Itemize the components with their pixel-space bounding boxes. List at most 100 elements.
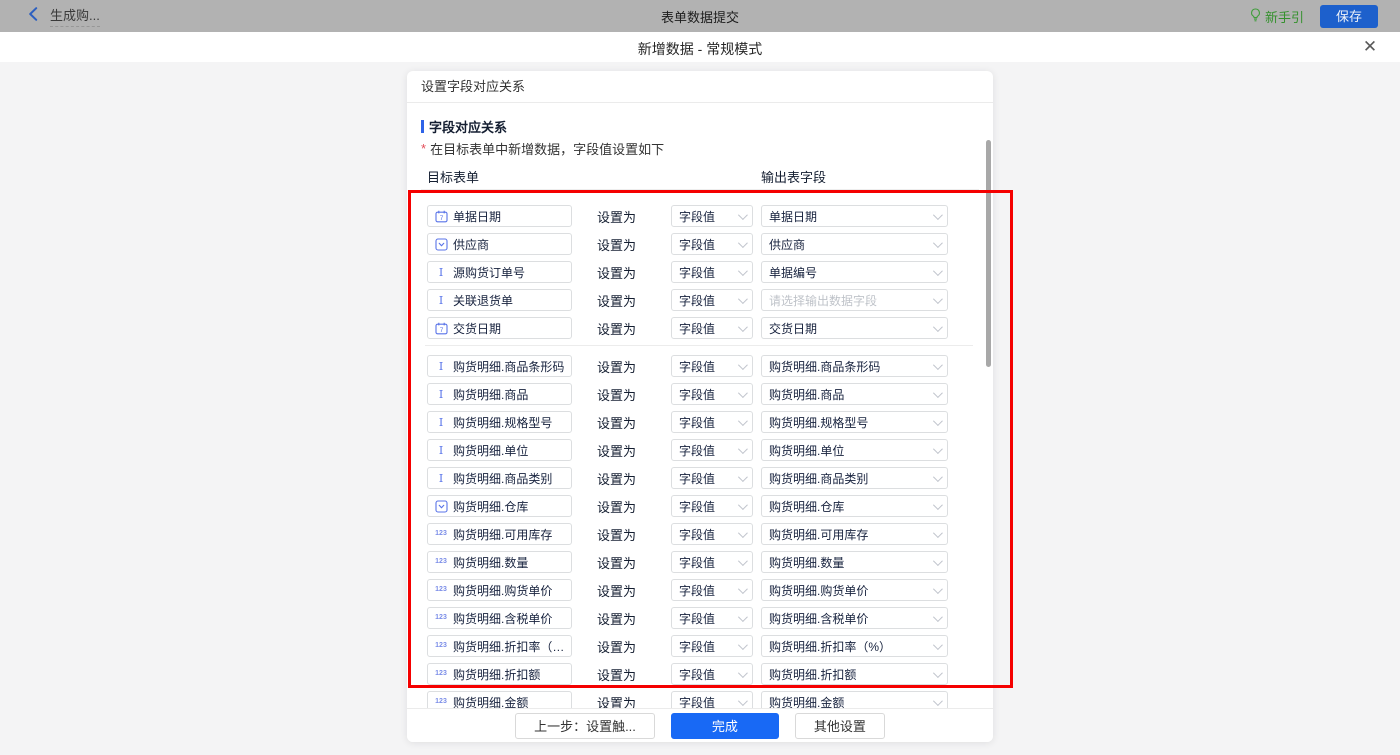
value-type-select[interactable]: 字段值	[671, 233, 753, 255]
output-field-select[interactable]: 购货明细.规格型号	[761, 411, 948, 433]
value-type-select[interactable]: 字段值	[671, 467, 753, 489]
target-field-input[interactable]: 123购货明细.可用库存	[427, 523, 572, 545]
field-mapping-row: I购货明细.规格型号设置为字段值购货明细.规格型号	[407, 411, 993, 433]
target-field-input[interactable]: I购货明细.商品类别	[427, 467, 572, 489]
target-field-input[interactable]: I购货明细.单位	[427, 439, 572, 461]
target-field-input[interactable]: 123购货明细.购货单价	[427, 579, 572, 601]
save-button[interactable]: 保存	[1320, 5, 1378, 28]
target-field-input[interactable]: 123购货明细.折扣率（%）	[427, 635, 572, 657]
selected-value: 字段值	[679, 358, 734, 375]
chevron-down-icon	[738, 210, 748, 220]
selected-value: 请选择输出数据字段	[769, 292, 929, 309]
field-mapping-row: I购货明细.商品类别 设置为字段值购货明细.商品类别	[407, 467, 993, 489]
set-as-label: 设置为	[597, 291, 652, 310]
output-field-select[interactable]: 请选择输出数据字段	[761, 289, 948, 311]
text-field-icon: I	[434, 417, 448, 428]
output-field-select[interactable]: 交货日期	[761, 317, 948, 339]
set-as-label: 设置为	[597, 609, 652, 628]
value-type-select[interactable]: 字段值	[671, 205, 753, 227]
value-type-select[interactable]: 字段值	[671, 551, 753, 573]
target-field-input[interactable]: 供应商	[427, 233, 572, 255]
chevron-down-icon	[933, 556, 943, 566]
selected-value: 字段值	[679, 292, 734, 309]
output-field-select[interactable]: 单据编号	[761, 261, 948, 283]
value-type-select[interactable]: 字段值	[671, 635, 753, 657]
value-type-select[interactable]: 字段值	[671, 317, 753, 339]
value-type-select[interactable]: 字段值	[671, 663, 753, 685]
required-asterisk: *	[421, 141, 426, 156]
previous-step-button[interactable]: 上一步：设置触...	[515, 713, 655, 739]
field-mapping-row: 123购货明细.可用库存设置为字段值购货明细.可用库存	[407, 523, 993, 545]
other-settings-button[interactable]: 其他设置	[795, 713, 885, 739]
chevron-down-icon	[738, 472, 748, 482]
target-field-input[interactable]: I关联退货单	[427, 289, 572, 311]
target-field-input[interactable]: I源购货订单号	[427, 261, 572, 283]
output-field-select[interactable]: 供应商	[761, 233, 948, 255]
value-type-select[interactable]: 字段值	[671, 261, 753, 283]
output-field-select[interactable]: 购货明细.购货单价	[761, 579, 948, 601]
selected-value: 购货明细.商品	[769, 386, 929, 403]
target-field-input[interactable]: 123购货明细.含税单价	[427, 607, 572, 629]
chevron-down-icon	[738, 668, 748, 678]
output-field-select[interactable]: 购货明细.单位	[761, 439, 948, 461]
set-as-label: 设置为	[597, 357, 652, 376]
number-field-icon: 123	[434, 698, 448, 706]
field-mapping-row: 购货明细.仓库设置为字段值购货明细.仓库	[407, 495, 993, 517]
selected-value: 购货明细.购货单价	[769, 582, 929, 599]
output-field-select[interactable]: 购货明细.折扣额	[761, 663, 948, 685]
value-type-select[interactable]: 字段值	[671, 439, 753, 461]
scrollbar-thumb[interactable]	[986, 140, 991, 367]
target-field-input[interactable]: 购货明细.仓库	[427, 495, 572, 517]
set-as-label: 设置为	[597, 469, 652, 488]
select-field-icon	[434, 238, 448, 251]
set-as-label: 设置为	[597, 665, 652, 684]
output-field-select[interactable]: 购货明细.可用库存	[761, 523, 948, 545]
value-type-select[interactable]: 字段值	[671, 289, 753, 311]
set-as-label: 设置为	[597, 553, 652, 572]
target-field-input[interactable]: I购货明细.规格型号	[427, 411, 572, 433]
output-field-select[interactable]: 购货明细.仓库	[761, 495, 948, 517]
chevron-down-icon	[933, 416, 943, 426]
target-field-input[interactable]: 7交货日期	[427, 317, 572, 339]
target-field-input[interactable]: I购货明细.商品	[427, 383, 572, 405]
output-field-select[interactable]: 单据日期	[761, 205, 948, 227]
value-type-select[interactable]: 字段值	[671, 579, 753, 601]
value-type-select[interactable]: 字段值	[671, 495, 753, 517]
chevron-down-icon	[738, 294, 748, 304]
value-type-select[interactable]: 字段值	[671, 383, 753, 405]
output-field-select[interactable]: 购货明细.数量	[761, 551, 948, 573]
target-field-input[interactable]: 123购货明细.折扣额	[427, 663, 572, 685]
value-type-select[interactable]: 字段值	[671, 411, 753, 433]
text-field-icon: I	[434, 295, 448, 306]
output-field-select[interactable]: 购货明细.商品条形码	[761, 355, 948, 377]
output-field-select[interactable]: 购货明细.商品	[761, 383, 948, 405]
target-field-input[interactable]: 123购货明细.金额	[427, 691, 572, 708]
value-type-select[interactable]: 字段值	[671, 607, 753, 629]
chevron-down-icon	[933, 238, 943, 248]
page-title: 表单数据提交	[0, 7, 1400, 26]
output-field-select[interactable]: 购货明细.商品类别	[761, 467, 948, 489]
column-headers: 目标表单 输出表字段	[407, 167, 993, 183]
set-as-label: 设置为	[597, 581, 652, 600]
output-field-column-label: 输出表字段	[761, 167, 826, 186]
output-field-select[interactable]: 购货明细.金额	[761, 691, 948, 708]
selected-value: 字段值	[679, 442, 734, 459]
target-field-input[interactable]: 7单据日期	[427, 205, 572, 227]
target-field-input[interactable]: I购货明细.商品条形码	[427, 355, 572, 377]
target-field-input[interactable]: 123购货明细.数量	[427, 551, 572, 573]
selected-value: 字段值	[679, 414, 734, 431]
set-as-label: 设置为	[597, 441, 652, 460]
output-field-select[interactable]: 购货明细.含税单价	[761, 607, 948, 629]
output-field-select[interactable]: 购货明细.折扣率（%）	[761, 635, 948, 657]
number-field-icon: 123	[434, 558, 448, 566]
close-icon[interactable]: ✕	[1358, 35, 1382, 59]
newbie-guide-link[interactable]: 新手引	[1250, 7, 1304, 26]
field-mapping-row: I购货明细.商品条形码 设置为 字段值 购货明细.商品条形码	[407, 355, 993, 377]
chevron-down-icon	[738, 360, 748, 370]
value-type-select[interactable]: 字段值	[671, 355, 753, 377]
selected-value: 购货明细.规格型号	[769, 414, 929, 431]
done-button[interactable]: 完成	[671, 713, 779, 739]
selected-value: 字段值	[679, 610, 734, 627]
value-type-select[interactable]: 字段值	[671, 523, 753, 545]
value-type-select[interactable]: 字段值	[671, 691, 753, 708]
